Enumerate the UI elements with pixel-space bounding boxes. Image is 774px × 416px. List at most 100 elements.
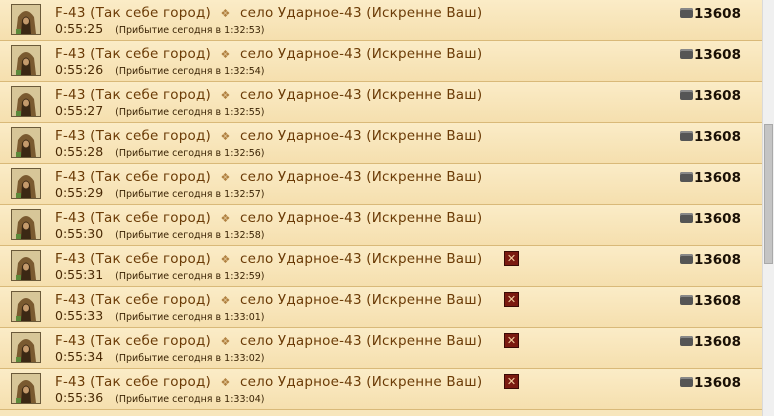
destination-player[interactable]: (Искренне Ваш) [366,46,482,62]
close-icon[interactable]: ✕ [504,251,519,266]
close-icon[interactable]: ✕ [504,292,519,307]
arrival-time: (Прибытие сегодня в 1:32:58) [115,230,265,241]
destination-player[interactable]: (Искренне Ваш) [366,87,482,103]
origin-name[interactable]: (Так себе город) [90,292,211,308]
arrival-time: (Прибытие сегодня в 1:32:56) [115,148,265,159]
hooded-figure-avatar-icon [11,373,41,404]
amount-value: 13608 [694,47,741,63]
arrow-right-icon: ❖ [220,376,231,389]
list-item: F-43 (Так себе город) ❖ село Ударное-43 … [0,328,762,369]
arrow-right-icon: ❖ [220,294,231,307]
list-item: F-43 (Так себе город) ❖ село Ударное-43 … [0,82,762,123]
origin-name[interactable]: (Так себе город) [90,46,211,62]
timing-line: 0:55:31 (Прибытие сегодня в 1:32:59) [55,268,265,284]
remaining-time: 0:55:29 [55,185,104,200]
vertical-scrollbar[interactable] [762,0,774,416]
remaining-time: 0:55:30 [55,226,104,241]
arrow-right-icon: ❖ [220,171,231,184]
destination-name[interactable]: село Ударное-43 [240,374,362,390]
origin-name[interactable]: (Так себе город) [90,251,211,267]
hooded-figure-avatar-icon [11,332,41,363]
origin-name[interactable]: (Так себе город) [90,87,211,103]
origin-name[interactable]: (Так себе город) [90,210,211,226]
hooded-figure-avatar-icon [11,4,41,35]
route-line: F-43 (Так себе город) ❖ село Ударное-43 … [55,333,482,350]
origin-code[interactable]: F-43 [55,128,86,144]
list-item: F-43 (Так себе город) ❖ село Ударное-43 … [0,205,762,246]
remaining-time: 0:55:36 [55,390,104,405]
arrow-right-icon: ❖ [220,212,231,225]
origin-code[interactable]: F-43 [55,333,86,349]
origin-name[interactable]: (Так себе город) [90,333,211,349]
close-icon[interactable]: ✕ [504,374,519,389]
cart-icon [680,336,693,346]
hooded-figure-avatar-icon [11,86,41,117]
destination-player[interactable]: (Искренне Ваш) [366,333,482,349]
hooded-figure-avatar-icon [11,168,41,199]
destination-name[interactable]: село Ударное-43 [240,292,362,308]
origin-code[interactable]: F-43 [55,87,86,103]
origin-name[interactable]: (Так себе город) [90,169,211,185]
route-line: F-43 (Так себе город) ❖ село Ударное-43 … [55,374,482,391]
origin-name[interactable]: (Так себе город) [90,374,211,390]
list-item: F-43 (Так себе город) ❖ село Ударное-43 … [0,246,762,287]
route-line: F-43 (Так себе город) ❖ село Ударное-43 … [55,292,482,309]
remaining-time: 0:55:25 [55,21,104,36]
destination-player[interactable]: (Искренне Ваш) [366,210,482,226]
arrival-time: (Прибытие сегодня в 1:33:02) [115,353,265,364]
destination-name[interactable]: село Ударное-43 [240,251,362,267]
destination-name[interactable]: село Ударное-43 [240,333,362,349]
origin-code[interactable]: F-43 [55,169,86,185]
origin-code[interactable]: F-43 [55,5,86,21]
list-item: F-43 (Так себе город) ❖ село Ударное-43 … [0,123,762,164]
arrival-time: (Прибытие сегодня в 1:32:53) [115,25,265,36]
destination-name[interactable]: село Ударное-43 [240,169,362,185]
timing-line: 0:55:29 (Прибытие сегодня в 1:32:57) [55,186,265,202]
remaining-time: 0:55:26 [55,62,104,77]
destination-player[interactable]: (Искренне Ваш) [366,5,482,21]
destination-name[interactable]: село Ударное-43 [240,46,362,62]
destination-player[interactable]: (Искренне Ваш) [366,128,482,144]
destination-name[interactable]: село Ударное-43 [240,210,362,226]
destination-player[interactable]: (Искренне Ваш) [366,374,482,390]
arrow-right-icon: ❖ [220,89,231,102]
timing-line: 0:55:27 (Прибытие сегодня в 1:32:55) [55,104,265,120]
amount-value: 13608 [694,6,741,22]
hooded-figure-avatar-icon [11,291,41,322]
list-item: F-43 (Так себе город) ❖ село Ударное-43 … [0,369,762,410]
resource-amount: 13608 [680,129,741,145]
origin-code[interactable]: F-43 [55,292,86,308]
amount-value: 13608 [694,88,741,104]
resource-amount: 13608 [680,88,741,104]
remaining-time: 0:55:28 [55,144,104,159]
destination-name[interactable]: село Ударное-43 [240,128,362,144]
amount-value: 13608 [694,129,741,145]
destination-name[interactable]: село Ударное-43 [240,5,362,21]
amount-value: 13608 [694,170,741,186]
cart-icon [680,295,693,305]
timing-line: 0:55:26 (Прибытие сегодня в 1:32:54) [55,63,265,79]
route-line: F-43 (Так себе город) ❖ село Ударное-43 … [55,5,482,22]
list-item: F-43 (Так себе город) ❖ село Ударное-43 … [0,164,762,205]
timing-line: 0:55:34 (Прибытие сегодня в 1:33:02) [55,350,265,366]
list-item: F-43 (Так себе город) ❖ село Ударное-43 … [0,41,762,82]
origin-name[interactable]: (Так себе город) [90,5,211,21]
destination-player[interactable]: (Искренне Ваш) [366,251,482,267]
destination-player[interactable]: (Искренне Ваш) [366,169,482,185]
origin-code[interactable]: F-43 [55,374,86,390]
remaining-time: 0:55:27 [55,103,104,118]
cart-icon [680,377,693,387]
origin-code[interactable]: F-43 [55,251,86,267]
resource-amount: 13608 [680,334,741,350]
list-item: F-43 (Так себе город) ❖ село Ударное-43 … [0,0,762,41]
origin-name[interactable]: (Так себе город) [90,128,211,144]
destination-name[interactable]: село Ударное-43 [240,87,362,103]
origin-code[interactable]: F-43 [55,46,86,62]
close-icon[interactable]: ✕ [504,333,519,348]
hooded-figure-avatar-icon [11,45,41,76]
resource-amount: 13608 [680,375,741,391]
origin-code[interactable]: F-43 [55,210,86,226]
scrollbar-thumb[interactable] [764,124,773,264]
resource-amount: 13608 [680,47,741,63]
destination-player[interactable]: (Искренне Ваш) [366,292,482,308]
